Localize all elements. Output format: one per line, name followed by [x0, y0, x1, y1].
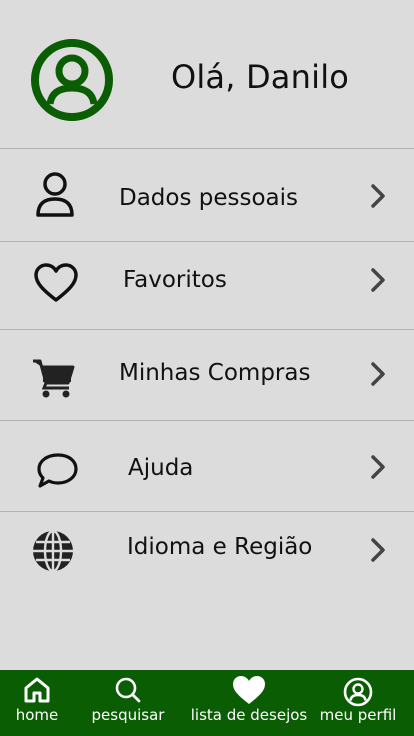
menu-item-dados-pessoais[interactable]: Dados pessoais: [0, 148, 414, 241]
user-circle-icon: [343, 677, 373, 707]
nav-label: lista de desejos: [190, 706, 308, 724]
search-icon: [115, 677, 141, 703]
nav-item-pesquisar[interactable]: pesquisar: [84, 670, 172, 736]
menu-item-label: Dados pessoais: [119, 185, 299, 211]
chevron-right-icon: [371, 362, 385, 386]
cart-icon: [33, 359, 75, 398]
bottom-nav: home pesquisar lista de desejos meu perf…: [0, 670, 414, 736]
nav-label: home: [15, 706, 59, 724]
chat-bubble-icon: [37, 453, 78, 488]
heart-icon: [34, 263, 78, 302]
menu-item-favoritos[interactable]: Favoritos: [0, 241, 414, 329]
chevron-right-icon: [371, 268, 385, 292]
nav-label: meu perfil: [319, 706, 397, 724]
home-icon: [24, 677, 50, 703]
menu-item-label: Favoritos: [123, 267, 227, 293]
profile-header: Olá, Danilo: [0, 0, 414, 148]
user-circle-icon[interactable]: [30, 38, 114, 122]
chevron-right-icon: [371, 184, 385, 208]
person-icon: [36, 172, 74, 217]
menu-item-label: Minhas Compras: [119, 360, 311, 386]
menu-item-minhas-compras[interactable]: Minhas Compras: [0, 329, 414, 420]
nav-item-meu-perfil[interactable]: meu perfil: [314, 670, 402, 736]
chevron-right-icon: [371, 455, 385, 479]
nav-item-home[interactable]: home: [0, 670, 74, 736]
globe-icon: [33, 530, 73, 572]
menu-item-label: Idioma e Região: [127, 534, 313, 560]
heart-filled-icon: [233, 676, 265, 704]
nav-item-lista-de-desejos[interactable]: lista de desejos: [186, 670, 312, 736]
menu-item-label: Ajuda: [128, 455, 194, 481]
chevron-right-icon: [371, 538, 385, 562]
menu-item-ajuda[interactable]: Ajuda: [0, 420, 414, 511]
nav-label: pesquisar: [91, 706, 165, 724]
greeting-text: Olá, Danilo: [170, 58, 350, 96]
menu-item-idioma-regiao[interactable]: Idioma e Região: [0, 511, 414, 591]
